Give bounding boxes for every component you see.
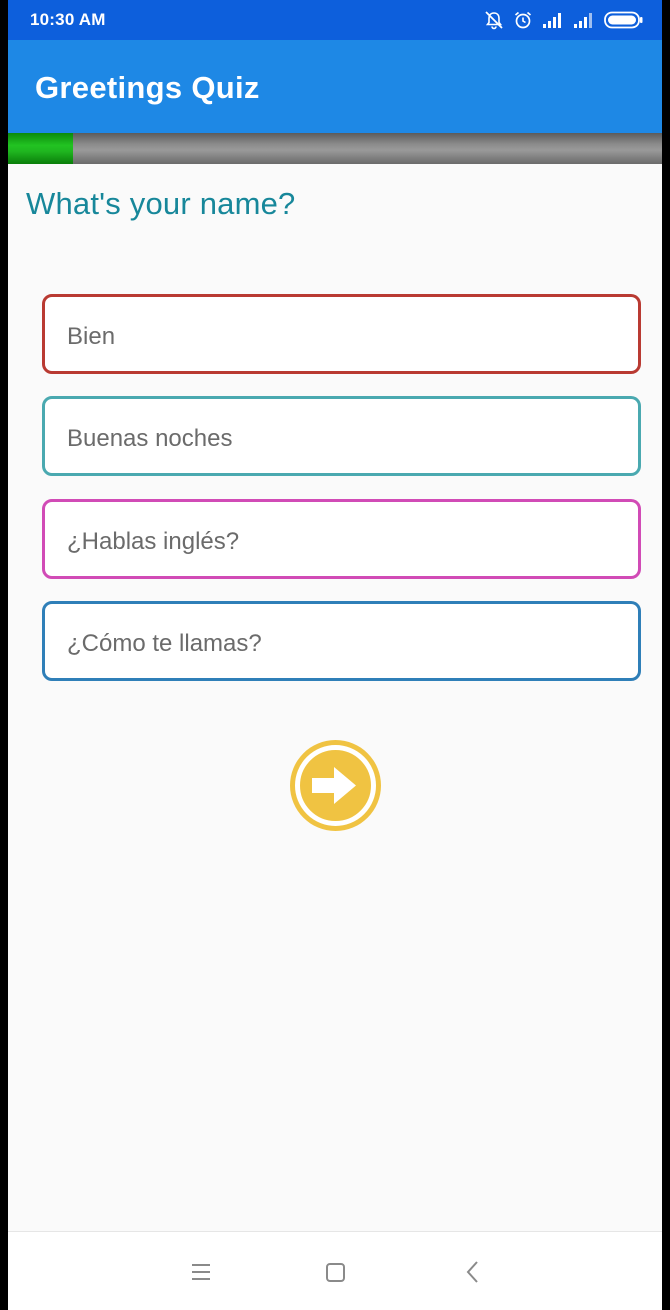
answer-option[interactable]: ¿Cómo te llamas? <box>42 601 641 681</box>
quiz-progress-bar <box>8 133 662 164</box>
battery-icon <box>604 11 644 29</box>
quiz-screen: 10:30 AM Greetings Quiz What's your name… <box>8 0 662 1310</box>
answer-option[interactable]: Bien <box>42 294 641 374</box>
app-title: Greetings Quiz <box>35 70 260 105</box>
answer-option-label: ¿Hablas inglés? <box>67 528 240 555</box>
notifications-off-icon <box>484 10 504 30</box>
answer-option-label: Buenas noches <box>67 425 233 452</box>
answer-option-label: ¿Cómo te llamas? <box>67 630 262 657</box>
status-icons <box>484 9 644 31</box>
next-button[interactable] <box>290 740 381 831</box>
arrow-right-icon <box>295 745 376 826</box>
signal-icon <box>573 12 595 28</box>
progress-fill <box>8 133 74 164</box>
status-time: 10:30 AM <box>30 10 106 29</box>
menu-icon <box>192 1264 210 1280</box>
status-bar: 10:30 AM <box>8 0 662 40</box>
home-button[interactable] <box>319 1256 351 1288</box>
signal-icon <box>542 12 564 28</box>
menu-button[interactable] <box>184 1256 216 1288</box>
question-text: What's your name? <box>26 186 296 221</box>
answer-option[interactable]: Buenas noches <box>42 396 641 476</box>
alarm-icon <box>513 10 533 30</box>
app-bar: Greetings Quiz <box>8 40 662 133</box>
answer-option-label: Bien <box>67 323 116 350</box>
home-square-icon <box>326 1263 345 1282</box>
system-nav-bar <box>8 1231 662 1310</box>
back-button[interactable] <box>457 1256 489 1288</box>
back-chevron-icon <box>466 1261 478 1283</box>
answer-option[interactable]: ¿Hablas inglés? <box>42 499 641 579</box>
